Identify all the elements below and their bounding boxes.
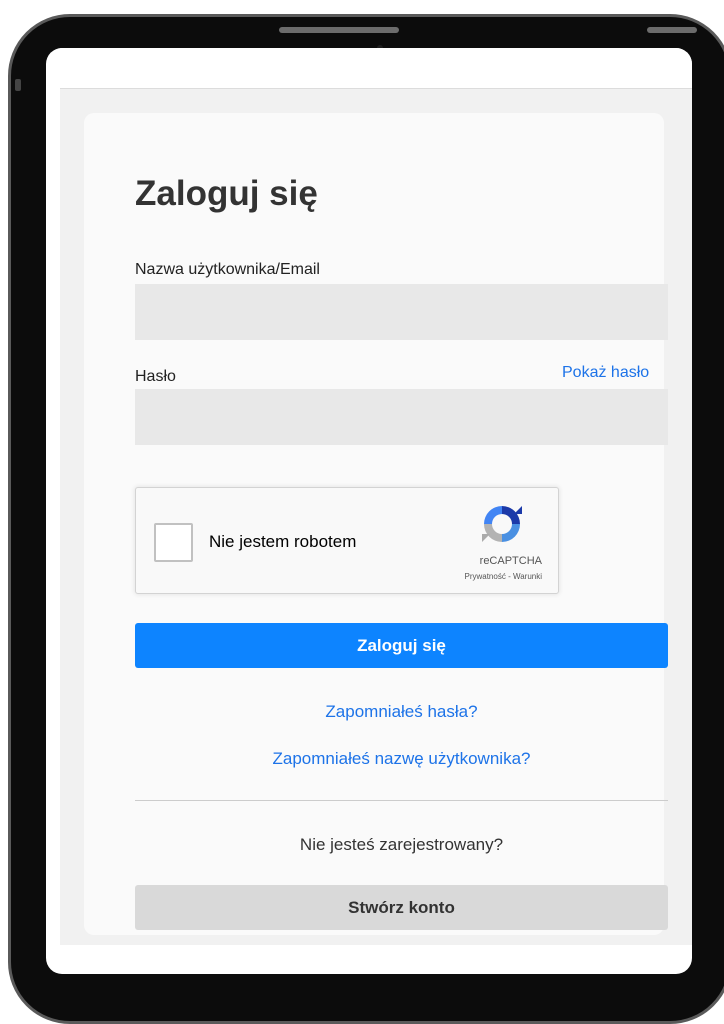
recaptcha-label: Nie jestem robotem — [209, 532, 357, 551]
device-top-button — [279, 27, 399, 33]
password-input[interactable] — [135, 389, 668, 445]
recaptcha-links: Prywatność - Warunki — [464, 572, 542, 581]
tablet-screen: Zaloguj się Nazwa użytkownika/Email Hasł… — [46, 48, 692, 974]
recaptcha-widget: Nie jestem robotem reCAPTCHA Prywatność … — [135, 487, 559, 594]
device-left-button — [15, 79, 21, 91]
username-label: Nazwa użytkownika/Email — [135, 261, 320, 278]
create-account-button[interactable]: Stwórz konto — [135, 885, 668, 930]
login-card: Zaloguj się Nazwa użytkownika/Email Hasł… — [84, 113, 668, 935]
password-label: Hasło — [135, 368, 176, 385]
recaptcha-links-separator: - — [505, 572, 513, 581]
page-title: Zaloguj się — [135, 174, 318, 213]
page-content: Zaloguj się Nazwa użytkownika/Email Hasł… — [60, 89, 692, 945]
divider — [135, 800, 668, 801]
recaptcha-checkbox[interactable] — [154, 523, 193, 562]
username-input[interactable] — [135, 284, 668, 340]
recaptcha-brand: reCAPTCHA — [479, 555, 542, 567]
top-bar — [60, 48, 692, 89]
device-side-button — [647, 27, 697, 33]
login-button[interactable]: Zaloguj się — [135, 623, 668, 668]
not-registered-text: Nie jesteś zarejestrowany? — [299, 835, 504, 854]
recaptcha-logo-icon — [482, 506, 522, 542]
forgot-username-link[interactable]: Zapomniałeś nazwę użytkownika? — [135, 749, 668, 769]
recaptcha-privacy-link[interactable]: Prywatność — [464, 572, 505, 581]
show-password-link[interactable]: Pokaż hasło — [562, 364, 649, 382]
forgot-password-link[interactable]: Zapomniałeś hasła? — [135, 702, 668, 722]
recaptcha-terms-link[interactable]: Warunki — [513, 572, 542, 581]
